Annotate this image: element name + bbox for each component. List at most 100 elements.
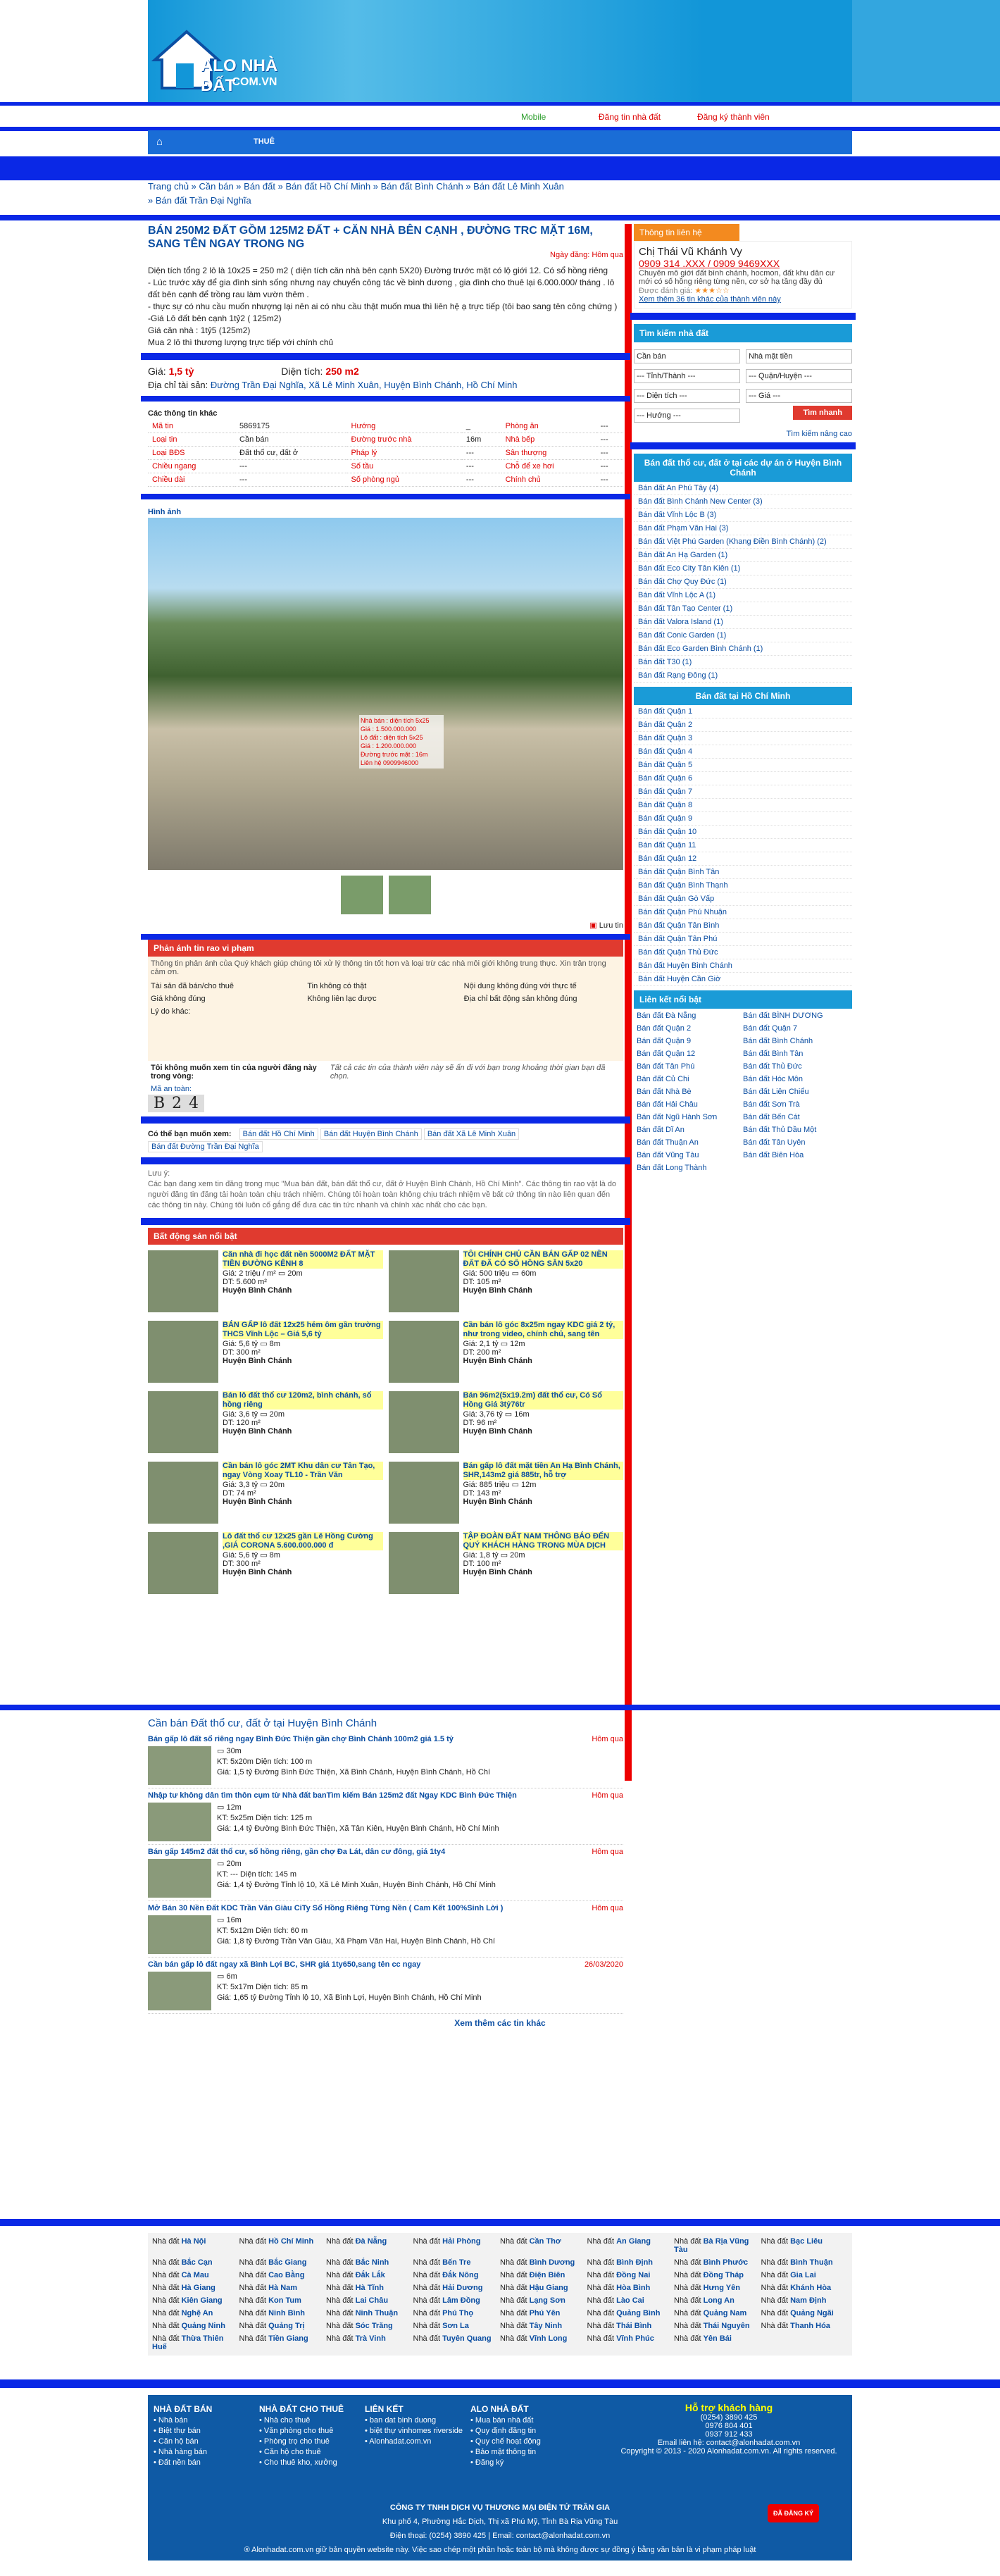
- related-image[interactable]: [148, 1803, 211, 1841]
- maybe-link[interactable]: Bán đất Huyện Bình Chánh: [320, 1128, 422, 1140]
- featured-link[interactable]: Bán đất Vũng Tàu: [637, 1151, 743, 1159]
- district-link[interactable]: Bán đất Quận Gò Vấp: [634, 892, 852, 906]
- report-option[interactable]: Nội dung không đúng với thực tế: [464, 982, 620, 990]
- featured-link[interactable]: Bán đất Sơn Trà: [743, 1100, 849, 1109]
- footer-link[interactable]: • Phòng trọ cho thuê: [259, 2437, 365, 2446]
- district-link[interactable]: Bán đất Huyện Bình Chánh: [634, 959, 852, 973]
- province-link[interactable]: Nhà đất Kiên Giang: [152, 2296, 239, 2305]
- province-link[interactable]: Nhà đất Hà Tĩnh: [326, 2284, 413, 2292]
- province-link[interactable]: Nhà đất Bắc Giang: [239, 2258, 327, 2267]
- featured-title-link[interactable]: Bán gấp lô đất mặt tiền An Hạ Bình Chánh…: [463, 1462, 623, 1480]
- district-link[interactable]: Bán đất Quận 1: [634, 705, 852, 718]
- photo-thumb[interactable]: [388, 876, 431, 914]
- crumb-item[interactable]: Bán đất Trần Đại Nghĩa: [156, 195, 251, 206]
- featured-link[interactable]: Bán đất Long Thành: [637, 1164, 743, 1172]
- province-link[interactable]: Nhà đất Quảng Trị: [239, 2322, 327, 2330]
- featured-link[interactable]: Bán đất Thủ Đức: [743, 1062, 849, 1071]
- report-option[interactable]: Tin không có thật: [307, 982, 463, 990]
- featured-card[interactable]: TÔI CHÍNH CHỦ CẦN BÁN GẤP 02 NỀN ĐẤT ĐÃ …: [388, 1250, 623, 1315]
- province-link[interactable]: Nhà đất Bình Dương: [500, 2258, 587, 2267]
- featured-image[interactable]: [148, 1321, 218, 1383]
- province-link[interactable]: Nhà đất Hà Giang: [152, 2284, 239, 2292]
- home-icon[interactable]: ⌂: [156, 136, 163, 148]
- featured-link[interactable]: Bán đất Liên Chiểu: [743, 1088, 849, 1096]
- province-link[interactable]: Nhà đất Lào Cai: [587, 2296, 675, 2305]
- tab-photos[interactable]: Hình ảnh: [148, 506, 623, 518]
- related-image[interactable]: [148, 1746, 211, 1785]
- featured-card[interactable]: Cần bán lô góc 2MT Khu dân cư Tân Tạo, n…: [148, 1462, 383, 1526]
- province-link[interactable]: Nhà đất Bạc Liêu: [761, 2237, 849, 2254]
- footer-link[interactable]: • Nhà cho thuê: [259, 2416, 365, 2425]
- menu-item-rent[interactable]: THUÊ: [254, 137, 275, 146]
- search-button[interactable]: Tìm nhanh: [793, 406, 852, 420]
- report-option[interactable]: Giá không đúng: [151, 995, 307, 1003]
- province-link[interactable]: Nhà đất Lai Châu: [326, 2296, 413, 2305]
- district-link[interactable]: Bán đất Quận 8: [634, 799, 852, 812]
- project-link[interactable]: Bán đất Eco City Tân Kiên (1): [634, 562, 852, 575]
- project-link[interactable]: Bán đất Chợ Quy Đức (1): [634, 575, 852, 589]
- project-link[interactable]: Bán đất An Phú Tây (4): [634, 482, 852, 495]
- province-link[interactable]: Nhà đất Long An: [674, 2296, 761, 2305]
- project-link[interactable]: Bán đất Tân Tạo Center (1): [634, 602, 852, 616]
- save-button[interactable]: ▣ Lưu tin: [148, 921, 623, 930]
- district-link[interactable]: Bán đất Quận 7: [634, 785, 852, 799]
- crumb-item[interactable]: Bán đất Lê Minh Xuân: [473, 181, 564, 192]
- featured-link[interactable]: Bán đất Quận 7: [743, 1024, 849, 1033]
- report-option[interactable]: Tài sản đã bán/cho thuê: [151, 982, 307, 990]
- district-link[interactable]: Bán đất Quận 3: [634, 732, 852, 745]
- direction-select[interactable]: --- Hướng ---: [634, 409, 740, 423]
- project-link[interactable]: Bán đất Rạng Đông (1): [634, 669, 852, 683]
- featured-title-link[interactable]: Cần bán lô góc 2MT Khu dân cư Tân Tạo, n…: [223, 1462, 383, 1480]
- province-link[interactable]: Nhà đất Phú Yên: [500, 2309, 587, 2317]
- province-link[interactable]: Nhà đất Bình Thuận: [761, 2258, 849, 2267]
- related-item[interactable]: Nhập tư không dân tìm thôn cụm từ Nhà đấ…: [148, 1788, 623, 1845]
- related-item[interactable]: Bán gấp lô đất sổ riêng ngay Bình Đức Th…: [148, 1732, 623, 1788]
- province-link[interactable]: Nhà đất Gia Lai: [761, 2271, 849, 2279]
- featured-card[interactable]: BÁN GẤP lô đất 12x25 hẻm ôm gần trường T…: [148, 1321, 383, 1386]
- province-link[interactable]: Nhà đất Quảng Ngãi: [761, 2309, 849, 2317]
- footer-link[interactable]: • Văn phòng cho thuê: [259, 2427, 365, 2435]
- province-link[interactable]: Nhà đất Vĩnh Long: [500, 2334, 587, 2351]
- district-link[interactable]: Bán đất Quận Thủ Đức: [634, 946, 852, 959]
- footer-link[interactable]: • Căn hộ bán: [154, 2437, 259, 2446]
- featured-card[interactable]: TẬP ĐOÀN ĐẤT NAM THÔNG BÁO ĐẾN QUÝ KHÁCH…: [388, 1532, 623, 1597]
- district-link[interactable]: Bán đất Quận 6: [634, 772, 852, 785]
- featured-image[interactable]: [388, 1321, 459, 1383]
- province-link[interactable]: Nhà đất Cao Bằng: [239, 2271, 327, 2279]
- project-link[interactable]: Bán đất Eco Garden Bình Chánh (1): [634, 642, 852, 656]
- project-link[interactable]: Bán đất An Hạ Garden (1): [634, 549, 852, 562]
- report-option[interactable]: Không liên lạc được: [307, 995, 463, 1003]
- province-link[interactable]: Nhà đất Phú Thọ: [413, 2309, 501, 2317]
- district-link[interactable]: Bán đất Quận 11: [634, 839, 852, 852]
- featured-card[interactable]: Bán gấp lô đất mặt tiền An Hạ Bình Chánh…: [388, 1462, 623, 1526]
- province-link[interactable]: Nhà đất Lạng Sơn: [500, 2296, 587, 2305]
- province-link[interactable]: Nhà đất Bà Rịa Vũng Tàu: [674, 2237, 761, 2254]
- featured-title-link[interactable]: Bán lô đất thổ cư 120m2, bình chánh, sổ …: [223, 1391, 383, 1410]
- province-link[interactable]: Nhà đất Hải Dương: [413, 2284, 501, 2292]
- province-link[interactable]: Nhà đất Bình Định: [587, 2258, 675, 2267]
- featured-link[interactable]: Bán đất Bến Cát: [743, 1113, 849, 1121]
- province-link[interactable]: Nhà đất Nam Định: [761, 2296, 849, 2305]
- project-link[interactable]: Bán đất Việt Phú Garden (Khang Điền Bình…: [634, 535, 852, 549]
- footer-link[interactable]: • Nhà bán: [154, 2416, 259, 2425]
- district-link[interactable]: Bán đất Quận 10: [634, 826, 852, 839]
- featured-link[interactable]: Bán đất Hải Châu: [637, 1100, 743, 1109]
- footer-link[interactable]: • Đất nền bán: [154, 2458, 259, 2467]
- footer-link[interactable]: • Biệt thự bán: [154, 2427, 259, 2435]
- featured-link[interactable]: Bán đất Tân Uyên: [743, 1138, 849, 1147]
- site-logo[interactable]: ALO NHÀ ĐẤT .COM.VN: [148, 21, 310, 102]
- featured-card[interactable]: Cần bán lô góc 8x25m ngay KDC giá 2 tỷ, …: [388, 1321, 623, 1386]
- province-link[interactable]: Nhà đất Đắk Lắk: [326, 2271, 413, 2279]
- footer-link[interactable]: • Mua bán nhà đất: [470, 2416, 576, 2425]
- footer-link[interactable]: • Alonhadat.com.vn: [365, 2437, 470, 2446]
- province-link[interactable]: Nhà đất Quảng Ninh: [152, 2322, 239, 2330]
- all-posts-link[interactable]: Xem thêm 36 tin khác của thành viên này: [639, 295, 847, 304]
- related-title-link[interactable]: Cần bán gấp lô đất ngay xã Bình Lợi BC, …: [148, 1960, 420, 1969]
- district-link[interactable]: Bán đất Quận Tân Bình: [634, 919, 852, 933]
- register-link[interactable]: Đăng ký thành viên: [697, 112, 770, 122]
- province-link[interactable]: Nhà đất Ninh Thuận: [326, 2309, 413, 2317]
- district-link[interactable]: Bán đất Quận 12: [634, 852, 852, 866]
- crumb-item[interactable]: Bán đất Bình Chánh: [381, 181, 463, 192]
- featured-image[interactable]: [388, 1532, 459, 1594]
- province-link[interactable]: Nhà đất Hà Nam: [239, 2284, 327, 2292]
